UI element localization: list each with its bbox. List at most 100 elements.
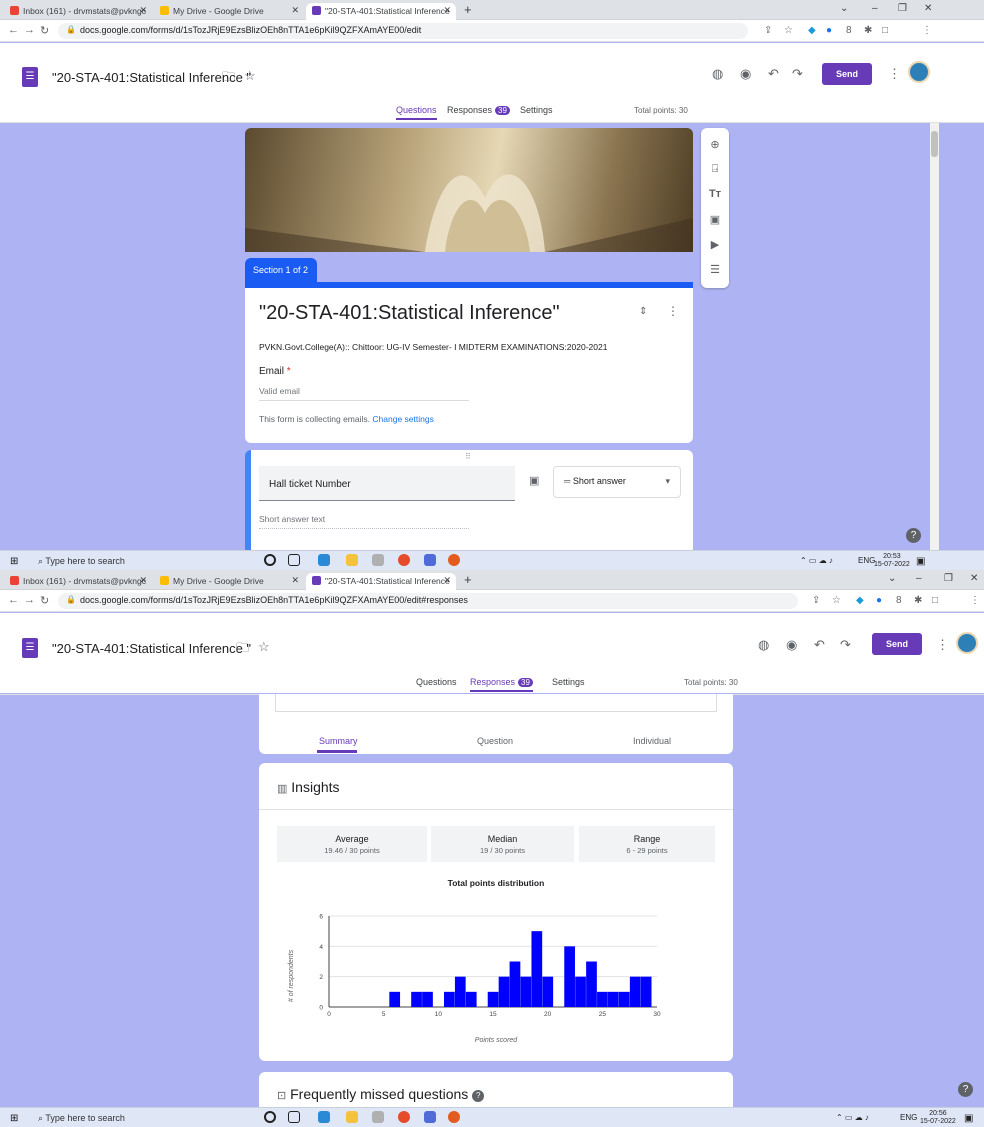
add-section-icon[interactable]: ☰ <box>701 263 729 276</box>
extension-icon[interactable]: ● <box>826 25 832 36</box>
change-settings-link[interactable]: Change settings <box>372 414 433 424</box>
language-indicator[interactable]: ENG <box>900 1113 917 1122</box>
tab-gmail[interactable]: Inbox (161) - drvmstats@pvkngc ✕ <box>4 3 152 20</box>
tab-questions[interactable]: Questions <box>416 677 457 687</box>
avatar[interactable] <box>956 632 978 654</box>
subtab-individual[interactable]: Individual <box>633 736 671 746</box>
tab-responses[interactable]: Responses 39 <box>447 105 510 115</box>
doc-title[interactable]: "20-STA-401:Statistical Inference " <box>52 641 251 656</box>
tray-icons[interactable]: ⌃ ▭ ☁ ♪ <box>800 556 833 565</box>
send-button[interactable]: Send <box>822 63 872 85</box>
forward-icon[interactable]: → <box>24 24 35 36</box>
star-icon[interactable]: ☆ <box>258 639 270 655</box>
extension-icon[interactable]: ◆ <box>856 595 864 606</box>
url-field[interactable]: 🔒 docs.google.com/forms/d/1sTozJRjE9EzsBl… <box>58 593 798 609</box>
share-icon[interactable]: ⇪ <box>764 25 772 36</box>
notification-icon[interactable]: ▣ <box>964 1113 973 1124</box>
question-card[interactable]: ⠿ Hall ticket Number ▣ ═ Short answer ▾ S… <box>245 450 693 550</box>
tab-drive[interactable]: My Drive - Google Drive ✕ <box>154 3 304 20</box>
palette-icon[interactable]: ◍ <box>712 66 723 82</box>
cortana-icon[interactable] <box>264 1111 276 1123</box>
back-icon[interactable]: ← <box>8 24 19 36</box>
import-questions-icon[interactable]: ⍈ <box>701 163 729 176</box>
reload-icon[interactable]: ↻ <box>40 24 49 37</box>
drag-handle-icon[interactable]: ⠿ <box>465 452 471 461</box>
reload-icon[interactable]: ↻ <box>40 594 49 607</box>
clock[interactable]: 20:53 15-07-2022 <box>874 553 910 569</box>
sidepanel-icon[interactable]: □ <box>882 25 888 36</box>
folder-icon[interactable]: 🗀 <box>236 639 249 661</box>
extension-icon[interactable]: 8 <box>846 25 852 36</box>
form-description[interactable]: PVKN.Govt.College(A):: Chittoor: UG-IV S… <box>259 342 607 352</box>
windows-icon[interactable]: ⊞ <box>10 556 18 567</box>
explorer-icon[interactable] <box>346 1111 358 1123</box>
redo-icon[interactable]: ↷ <box>840 637 851 653</box>
cortana-icon[interactable] <box>264 554 276 566</box>
add-title-icon[interactable]: Tт <box>701 188 729 200</box>
back-icon[interactable]: ← <box>8 594 19 606</box>
close-icon[interactable]: ✕ <box>291 575 299 586</box>
add-image-icon[interactable]: ▣ <box>529 474 539 487</box>
form-title[interactable]: "20-STA-401:Statistical Inference" <box>259 302 560 325</box>
help-icon[interactable]: ? <box>472 1090 485 1102</box>
close-icon[interactable]: ✕ <box>443 575 451 586</box>
preview-icon[interactable]: ◉ <box>740 66 751 82</box>
edge-icon[interactable] <box>318 554 330 566</box>
close-icon[interactable]: ✕ <box>139 575 147 586</box>
add-question-icon[interactable]: ⊕ <box>701 138 729 151</box>
restore-icon[interactable]: ❐ <box>898 3 907 14</box>
edge-icon[interactable] <box>318 1111 330 1123</box>
taskbar-search[interactable]: ⌕ Type here to search <box>38 1113 125 1124</box>
language-indicator[interactable]: ENG <box>858 556 875 565</box>
menu-dots-icon[interactable]: ⋮ <box>970 595 980 606</box>
tab-settings[interactable]: Settings <box>552 677 585 687</box>
app-icon[interactable] <box>372 1111 384 1123</box>
star-icon[interactable]: ☆ <box>832 595 841 606</box>
redo-icon[interactable]: ↷ <box>792 66 803 82</box>
more-icon[interactable]: ⋮ <box>667 304 679 318</box>
tab-forms[interactable]: "20-STA-401:Statistical Inference ✕ <box>306 573 456 590</box>
chrome-icon[interactable] <box>398 554 410 566</box>
help-icon[interactable]: ? <box>906 528 921 543</box>
question-title-field[interactable]: Hall ticket Number <box>259 466 515 501</box>
menu-dots-icon[interactable]: ⋮ <box>922 25 932 36</box>
extension-icon[interactable]: ◆ <box>808 25 816 36</box>
scrollbar[interactable] <box>930 123 939 550</box>
undo-icon[interactable]: ↶ <box>768 66 779 82</box>
share-icon[interactable]: ⇪ <box>812 595 820 606</box>
minimize-icon[interactable]: – <box>916 573 922 584</box>
chevron-down-icon[interactable]: ⌄ <box>840 3 848 14</box>
app-icon[interactable] <box>424 1111 436 1123</box>
preview-icon[interactable]: ◉ <box>786 637 797 653</box>
chrome-icon[interactable] <box>448 1111 460 1123</box>
avatar[interactable] <box>908 61 930 83</box>
forward-icon[interactable]: → <box>24 594 35 606</box>
close-window-icon[interactable]: ✕ <box>924 3 932 14</box>
subtab-summary[interactable]: Summary <box>319 736 358 746</box>
tab-questions[interactable]: Questions <box>396 105 437 120</box>
chrome-icon[interactable] <box>448 554 460 566</box>
app-icon[interactable] <box>424 554 436 566</box>
close-window-icon[interactable]: ✕ <box>970 573 978 584</box>
send-button[interactable]: Send <box>872 633 922 655</box>
tab-drive[interactable]: My Drive - Google Drive ✕ <box>154 573 304 590</box>
folder-icon[interactable]: 🗀 <box>222 68 235 90</box>
star-icon[interactable]: ☆ <box>784 25 793 36</box>
restore-icon[interactable]: ❐ <box>944 573 953 584</box>
scrollbar-thumb[interactable] <box>931 131 938 157</box>
tab-gmail[interactable]: Inbox (161) - drvmstats@pvkngc ✕ <box>4 573 152 590</box>
tab-responses[interactable]: Responses 39 <box>470 677 533 692</box>
tab-forms[interactable]: "20-STA-401:Statistical Inference ✕ <box>306 3 456 20</box>
add-image-icon[interactable]: ▣ <box>701 213 729 226</box>
more-icon[interactable]: ⋮ <box>936 637 949 653</box>
forms-logo-icon[interactable]: ☰ <box>22 67 38 87</box>
sidepanel-icon[interactable]: □ <box>932 595 938 606</box>
question-type-select[interactable]: ═ Short answer ▾ <box>553 466 681 498</box>
tab-settings[interactable]: Settings <box>520 105 553 115</box>
collapse-icon[interactable]: ⇕ <box>639 306 647 317</box>
undo-icon[interactable]: ↶ <box>814 637 825 653</box>
url-field[interactable]: 🔒 docs.google.com/forms/d/1sTozJRjE9EzsBl… <box>58 23 748 39</box>
notification-icon[interactable]: ▣ <box>916 556 925 567</box>
clock[interactable]: 20:56 15-07-2022 <box>920 1110 956 1126</box>
more-icon[interactable]: ⋮ <box>888 66 901 82</box>
